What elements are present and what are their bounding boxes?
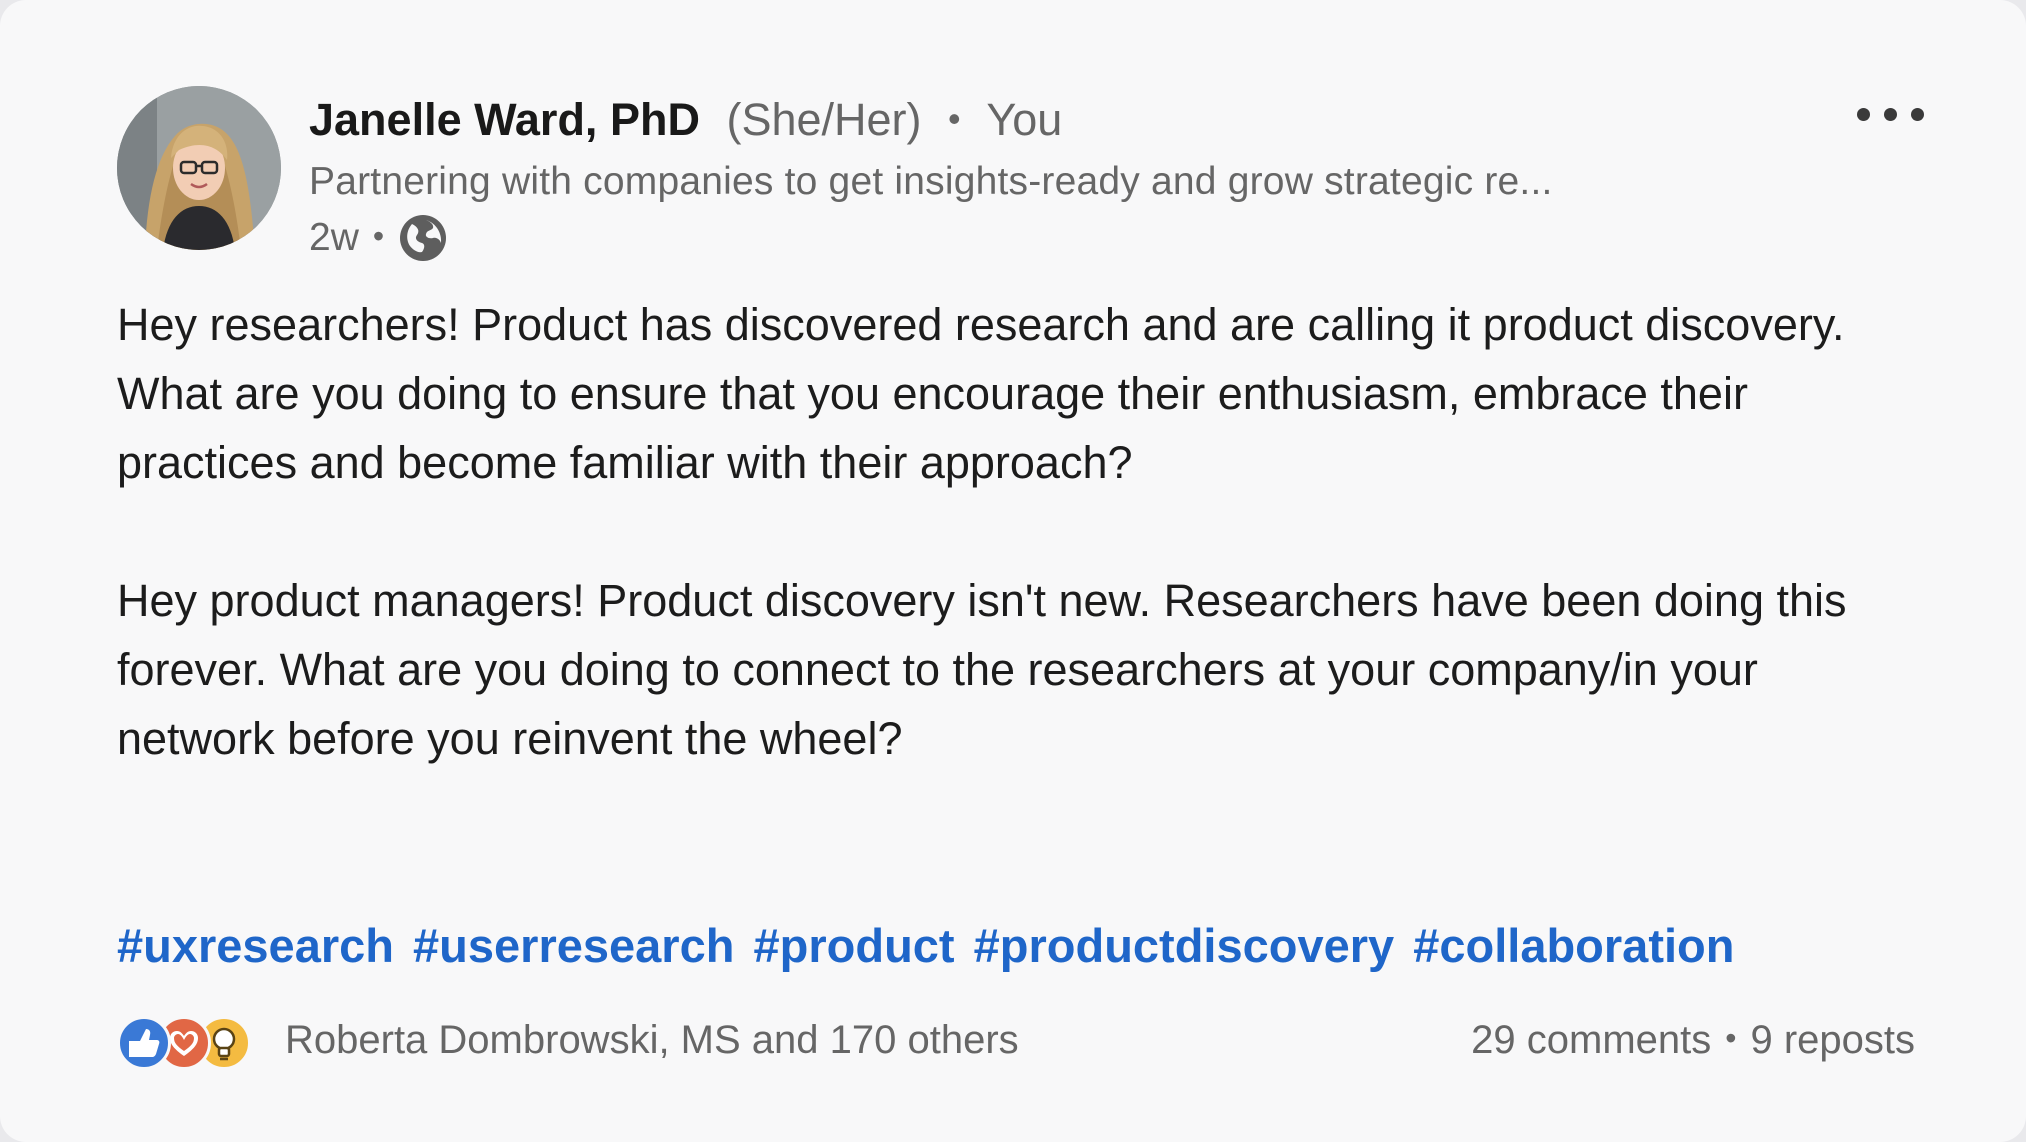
author-headline: Partnering with companies to get insight…	[309, 160, 1553, 203]
separator-dot: •	[372, 217, 385, 254]
author-relation: You	[986, 94, 1063, 145]
reaction-icons	[117, 1013, 283, 1070]
like-icon	[117, 1016, 171, 1070]
reposts-count[interactable]: 9 reposts	[1750, 1018, 1915, 1063]
feed-post-card: Janelle Ward, PhD (She/Her) • You Partne…	[0, 0, 2026, 1142]
social-counts: 29 comments • 9 reposts	[1471, 1010, 1915, 1070]
hashtag-link[interactable]: #uxresearch	[117, 919, 394, 972]
dot-icon	[1883, 107, 1897, 121]
author-pronouns: (She/Her)	[726, 94, 922, 145]
reactors-summary-text[interactable]: Roberta Dombrowski, MS and 170 others	[285, 1018, 1019, 1063]
comments-count[interactable]: 29 comments	[1471, 1018, 1711, 1063]
hashtag-list: #uxresearch #userresearch #product #prod…	[117, 914, 1740, 978]
post-paragraph: Hey researchers! Product has discovered …	[117, 299, 1845, 488]
dot-icon	[1910, 107, 1924, 121]
globe-icon	[398, 213, 448, 263]
hashtag-link[interactable]: #productdiscovery	[974, 919, 1395, 972]
post-body: Hey researchers! Product has discovered …	[117, 290, 1917, 842]
post-meta: 2w •	[309, 210, 448, 266]
post-timestamp[interactable]: 2w	[309, 216, 359, 260]
author-name[interactable]: Janelle Ward, PhD	[309, 94, 700, 145]
hashtag-link[interactable]: #product	[754, 919, 955, 972]
hashtag-link[interactable]: #userresearch	[413, 919, 734, 972]
hashtag-link[interactable]: #collaboration	[1413, 919, 1734, 972]
post-paragraph: Hey product managers! Product discovery …	[117, 575, 1847, 764]
separator-dot: •	[948, 98, 961, 139]
author-avatar[interactable]	[117, 86, 281, 250]
author-line: Janelle Ward, PhD (She/Her) • You	[309, 92, 1062, 151]
dot-icon	[1856, 107, 1870, 121]
reactions-summary[interactable]: Roberta Dombrowski, MS and 170 others	[117, 1010, 1019, 1070]
more-options-button[interactable]	[1830, 96, 1950, 132]
separator-dot: •	[1725, 1019, 1737, 1056]
